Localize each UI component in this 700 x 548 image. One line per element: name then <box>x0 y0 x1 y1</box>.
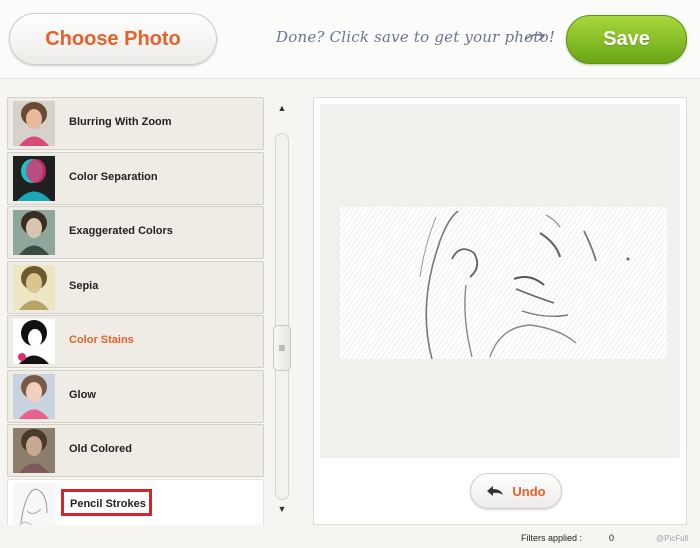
portrait-pencil-thumbnail <box>13 482 55 525</box>
top-toolbar: Choose Photo Done? Click save to get you… <box>0 0 700 79</box>
pencil-sketch-photo <box>340 207 667 359</box>
portrait-old-colored-thumbnail <box>13 428 55 473</box>
preview-canvas <box>320 104 680 458</box>
undo-label: Undo <box>512 483 546 499</box>
scrollbar-track[interactable] <box>275 133 289 500</box>
choose-photo-button[interactable]: Choose Photo <box>9 13 217 65</box>
selected-filter-highlight: Pencil Strokes <box>61 488 152 516</box>
filter-item-color-separation[interactable]: Color Separation <box>7 151 264 205</box>
filter-item-pencil-strokes[interactable]: Pencil Strokes <box>7 478 264 525</box>
curved-arrow-icon <box>524 31 546 41</box>
scroll-down-arrow-icon[interactable]: ▼ <box>271 501 293 517</box>
filter-label: Color Stains <box>69 334 134 346</box>
filter-label: Glow <box>69 388 96 401</box>
filter-label: Old Colored <box>69 443 132 455</box>
scroll-up-arrow-icon[interactable]: ▲ <box>271 100 293 116</box>
portrait-sepia-thumbnail <box>13 264 55 310</box>
portrait-glow-thumbnail <box>13 373 55 419</box>
filter-list: Blurring With Zoom Color Separation Exag… <box>7 97 264 525</box>
filter-label: Color Separation <box>69 170 158 183</box>
brand-label: @PicFull <box>656 534 689 543</box>
filter-item-color-stains[interactable]: Color Stains <box>7 315 264 368</box>
filter-label: Blurring With Zoom <box>69 116 172 128</box>
filter-item-sepia[interactable]: Sepia <box>7 260 264 314</box>
portrait-color-separation-thumbnail <box>13 155 55 201</box>
filter-label: Exaggerated Colors <box>69 225 173 237</box>
filter-item-old-colored[interactable]: Old Colored <box>7 424 264 477</box>
filter-label: Pencil Strokes <box>70 497 146 510</box>
filter-item-blurring-with-zoom[interactable]: Blurring With Zoom <box>7 97 264 150</box>
undo-button[interactable]: Undo <box>470 473 562 509</box>
filter-item-exaggerated-colors[interactable]: Exaggerated Colors <box>7 206 264 259</box>
save-button[interactable]: Save <box>566 15 687 64</box>
portrait-color-stains-thumbnail <box>13 319 55 364</box>
save-hint-text: Done? Click save to get your photo! <box>276 28 556 46</box>
filter-label: Sepia <box>69 279 99 292</box>
preview-panel: Undo <box>313 97 687 525</box>
scrollbar-thumb[interactable]: ≡ <box>273 325 291 371</box>
portrait-exaggerated-thumbnail <box>13 210 55 255</box>
filter-item-glow[interactable]: Glow <box>7 369 264 423</box>
undo-arrow-icon <box>487 486 504 496</box>
filters-applied-label: Filters applied : <box>521 533 583 543</box>
filters-applied-count: 0 <box>609 533 615 543</box>
portrait-blur-thumbnail <box>13 101 55 146</box>
filter-list-scrollbar[interactable]: ▲ ≡ ▼ <box>271 97 293 521</box>
